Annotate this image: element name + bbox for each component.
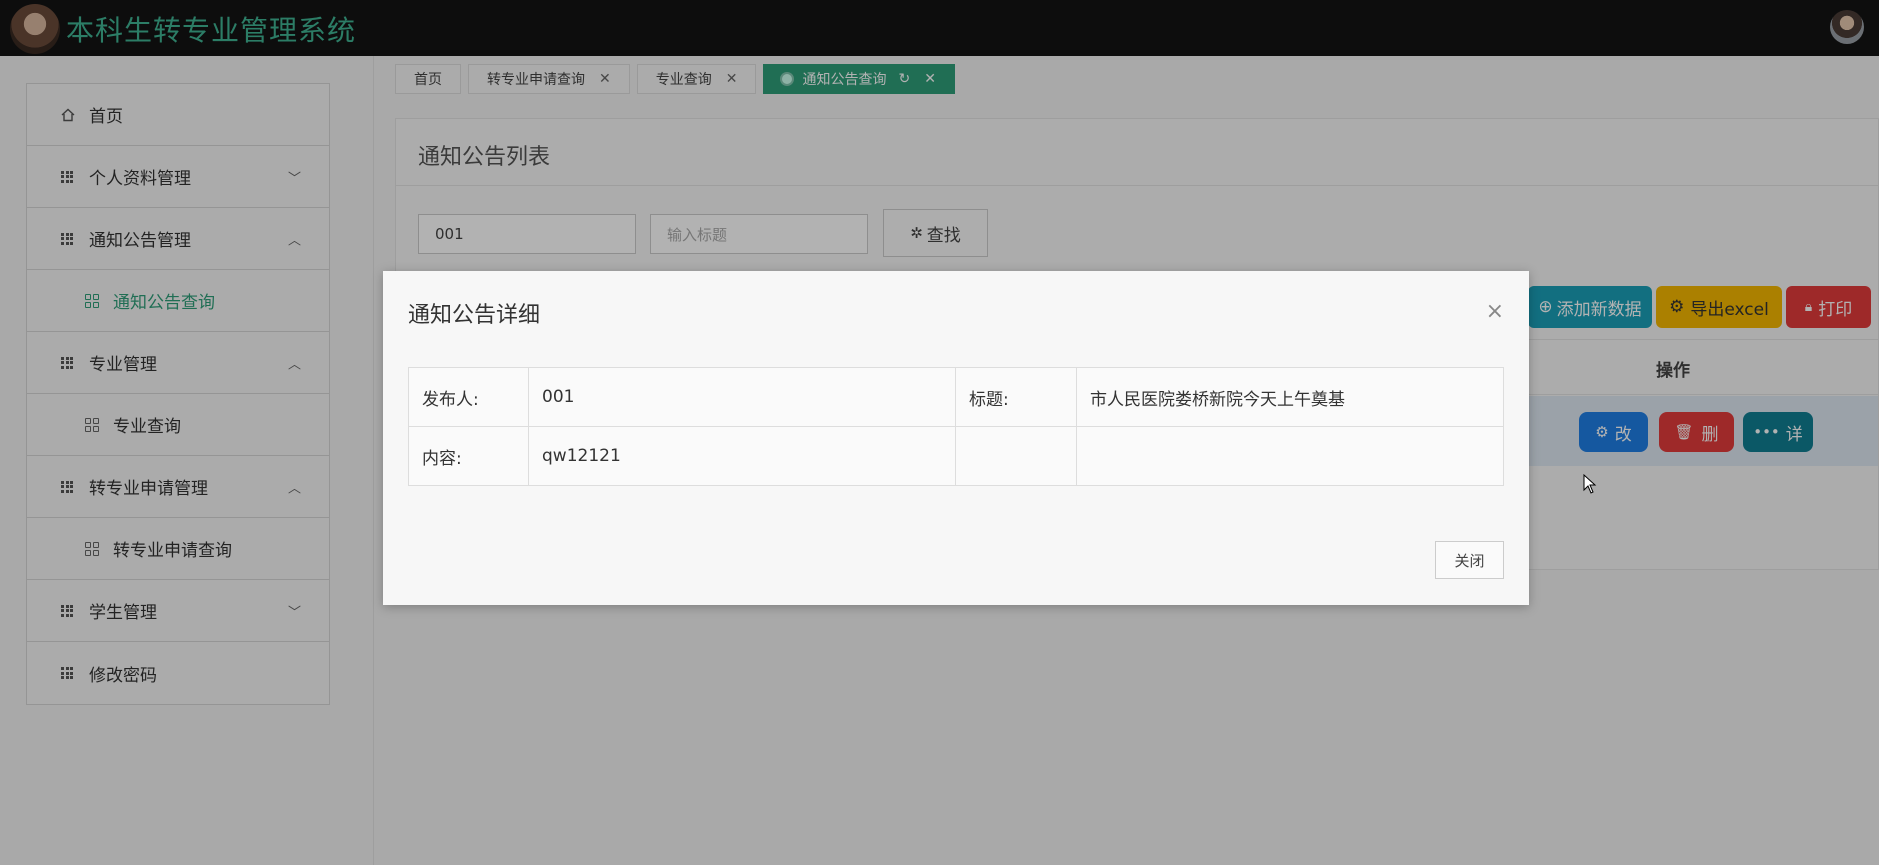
publisher-label: 发布人: [408,367,529,427]
title-value: 市人民医院娄桥新院今天上午奠基 [1076,367,1504,427]
content-value: qw12121 [528,426,956,486]
modal-title: 通知公告详细 [408,303,541,328]
publisher-value: 001 [528,367,956,427]
close-button[interactable]: 关闭 [1435,541,1504,579]
empty-cell [1076,426,1504,486]
content-label: 内容: [408,426,529,486]
title-label: 标题: [955,367,1077,427]
empty-cell [955,426,1077,486]
detail-table: 发布人: 001 标题: 市人民医院娄桥新院今天上午奠基 内容: qw12121 [408,367,1504,486]
notice-detail-modal: 通知公告详细 × 发布人: 001 标题: 市人民医院娄桥新院今天上午奠基 内容… [383,271,1529,605]
close-icon[interactable]: × [1486,301,1504,323]
